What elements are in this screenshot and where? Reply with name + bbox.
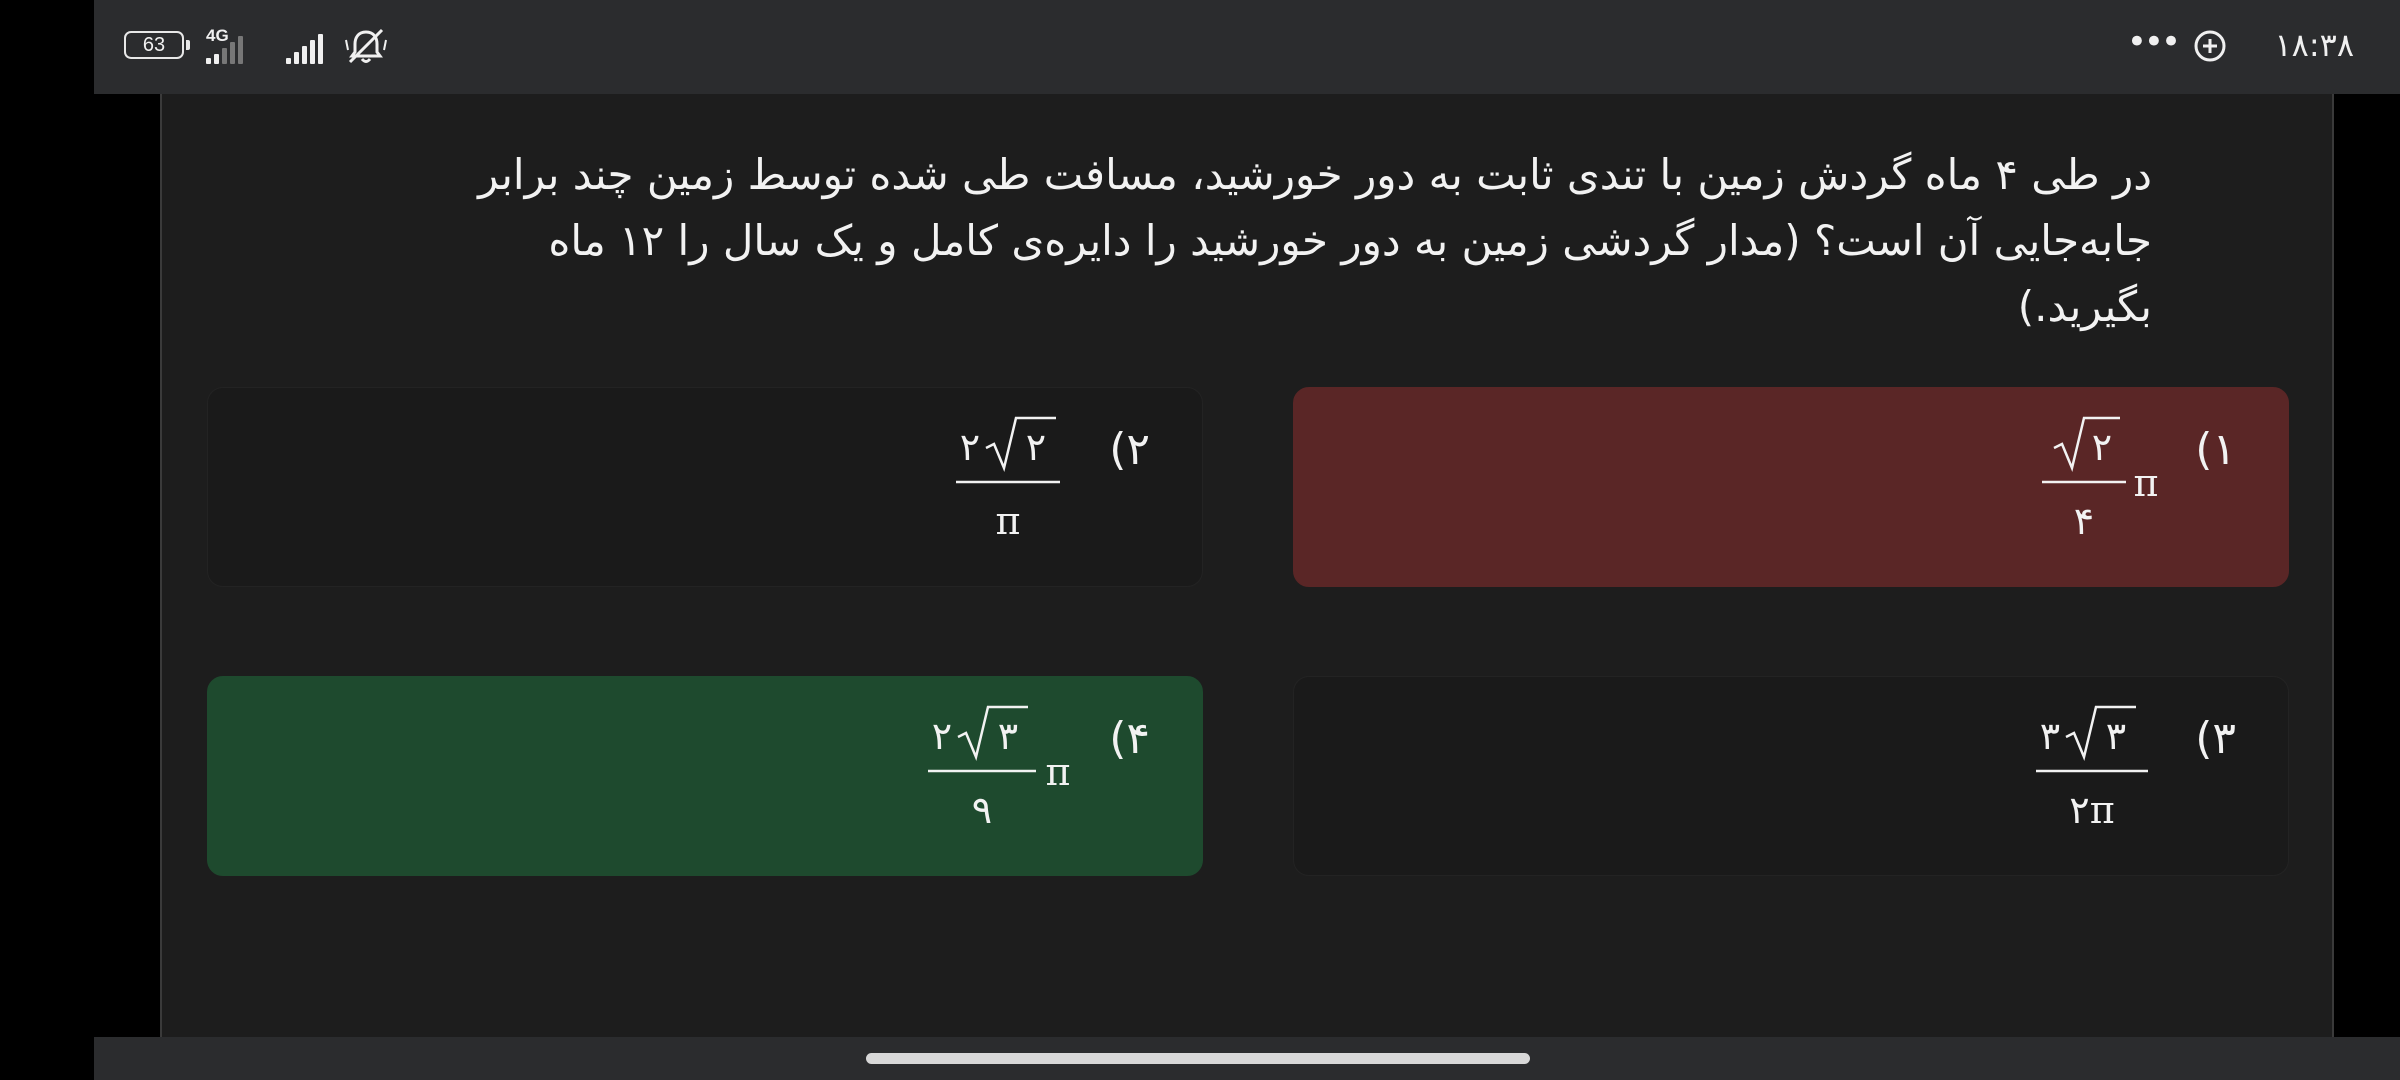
- option-3-formula: ۳ ۳ ۲π: [2036, 705, 2148, 832]
- option-4-pi: π: [1046, 750, 1071, 794]
- option-2-denominator: π: [996, 499, 1021, 543]
- option-2-label: ۲): [1109, 424, 1150, 475]
- battery-icon: 63: [124, 31, 184, 59]
- option-4[interactable]: ۴) ۲ ۳ ۹ π: [207, 676, 1203, 876]
- option-1-label: ۱): [2195, 424, 2236, 475]
- option-2-coef: ۲: [960, 425, 980, 469]
- option-2[interactable]: ۲) ۲ ۲ π: [207, 387, 1203, 587]
- option-4-denominator: ۹: [972, 788, 992, 832]
- option-2-radicand: ۲: [1026, 425, 1046, 469]
- option-1-pi: π: [2134, 461, 2159, 505]
- battery-tip: [186, 40, 190, 50]
- option-4-radicand: ۳: [998, 714, 1018, 758]
- option-3-radicand: ۳: [2106, 714, 2126, 758]
- option-4-label: ۴): [1109, 713, 1150, 764]
- more-dots-icon[interactable]: •••: [2127, 24, 2181, 60]
- signal-4g-icon: [206, 28, 243, 64]
- option-3-denominator: ۲π: [2069, 788, 2114, 832]
- signal-bars-icon: [286, 28, 323, 64]
- battery-level: 63: [142, 34, 166, 56]
- status-bar: 63 4G ••• ۱۸:۳۸: [94, 0, 2400, 94]
- option-4-formula: ۲ ۳ ۹ π: [928, 705, 1071, 832]
- status-time: ۱۸:۳۸: [2274, 26, 2354, 64]
- silent-bell-icon: [345, 28, 387, 64]
- question-text: در طی ۴ ماه گردش زمین با تندی ثابت به دو…: [478, 150, 2152, 331]
- option-1-denominator: ۴: [2074, 499, 2094, 543]
- add-circle-icon[interactable]: [2192, 28, 2228, 64]
- option-1-radicand: ۲: [2092, 425, 2112, 469]
- navigation-bar: [94, 1037, 2400, 1080]
- option-3-label: ۳): [2195, 713, 2236, 764]
- option-4-coef: ۲: [932, 714, 952, 758]
- option-3-coef: ۳: [2040, 714, 2060, 758]
- option-2-formula: ۲ ۲ π: [956, 416, 1060, 543]
- home-indicator[interactable]: [866, 1053, 1530, 1064]
- quiz-panel: در طی ۴ ماه گردش زمین با تندی ثابت به دو…: [160, 94, 2334, 1037]
- option-1-formula: ۲ ۴ π: [2042, 416, 2159, 543]
- option-1[interactable]: ۱) ۲ ۴ π: [1293, 387, 2289, 587]
- option-3[interactable]: ۳) ۳ ۳ ۲π: [1293, 676, 2289, 876]
